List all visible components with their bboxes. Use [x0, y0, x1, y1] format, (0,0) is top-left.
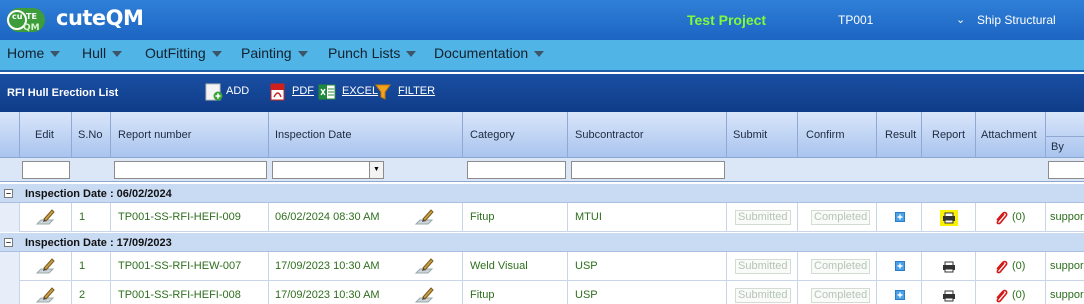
filter-by-input[interactable]: [1048, 161, 1084, 179]
excel-button[interactable]: EXCEL: [342, 85, 378, 97]
grid-header: Edit S.No Report number Inspection Date …: [0, 112, 1084, 158]
col-report-number[interactable]: Report number: [111, 112, 269, 158]
cuteqm-logo: cu TE QM: [7, 8, 45, 33]
col-category[interactable]: Category: [463, 112, 568, 158]
edit-icon[interactable]: [414, 208, 436, 228]
filter-inspection-date-select[interactable]: ▼: [272, 161, 384, 179]
excel-icon[interactable]: [318, 83, 336, 101]
col-sno[interactable]: S.No: [72, 112, 111, 158]
expand-result-icon[interactable]: [895, 212, 905, 222]
table-row[interactable]: 2 TP001-SS-RFI-HEFI-008 17/09/2023 10:30…: [0, 281, 1084, 304]
dropdown-arrow-icon[interactable]: ▼: [369, 162, 383, 178]
chevron-down-icon[interactable]: ⌄: [956, 13, 965, 26]
col-attachment[interactable]: Attachment: [976, 112, 1046, 158]
paperclip-icon[interactable]: [994, 289, 1008, 303]
top-bar: cu TE QM cuteQM Test Project TP001 ⌄ Shi…: [0, 0, 1084, 40]
edit-icon[interactable]: [35, 208, 57, 228]
print-icon[interactable]: [940, 259, 958, 275]
confirm-status-badge: Completed: [811, 288, 871, 303]
group-row[interactable]: – Inspection Date : 17/09/2023: [0, 232, 1084, 252]
col-subcontractor[interactable]: Subcontractor: [568, 112, 727, 158]
menu-documentation[interactable]: Documentation: [434, 45, 545, 61]
collapse-icon[interactable]: –: [4, 238, 13, 247]
project-select[interactable]: TP001: [838, 13, 873, 27]
filter-icon[interactable]: [374, 83, 392, 101]
list-title: RFI Hull Erection List: [7, 87, 119, 99]
filter-report-number-input[interactable]: [114, 161, 267, 179]
submit-status-badge: Submitted: [735, 210, 791, 225]
caret-down-icon: [406, 51, 417, 58]
filter-edit-input[interactable]: [22, 161, 70, 179]
filter-row: ▼: [0, 158, 1084, 182]
report-number: TP001-SS-RFI-HEW-007: [118, 260, 242, 272]
caret-down-icon: [50, 51, 61, 58]
filter-category-input[interactable]: [467, 161, 566, 179]
col-by[interactable]: By: [1046, 112, 1084, 158]
caret-down-icon: [112, 51, 123, 58]
menu-painting[interactable]: Painting: [241, 45, 308, 61]
menu-outfitting[interactable]: OutFitting: [145, 45, 222, 61]
menu-home[interactable]: Home: [7, 45, 61, 61]
app-brand: cuteQM: [56, 6, 144, 30]
col-result[interactable]: Result: [877, 112, 922, 158]
paperclip-icon[interactable]: [994, 211, 1008, 225]
caret-down-icon: [297, 51, 308, 58]
filter-button[interactable]: FILTER: [398, 85, 435, 97]
svg-text:QM: QM: [23, 23, 40, 33]
svg-text:cu: cu: [12, 12, 23, 21]
report-number: TP001-SS-RFI-HEFI-008: [118, 289, 241, 301]
col-edit[interactable]: Edit: [20, 112, 72, 158]
main-menu: Home Hull OutFitting Painting Punch List…: [0, 40, 1084, 72]
add-icon[interactable]: [205, 83, 223, 101]
add-button[interactable]: ADD: [226, 85, 249, 97]
print-icon[interactable]: [940, 210, 958, 226]
confirm-status-badge: Completed: [811, 259, 871, 274]
menu-hull[interactable]: Hull: [82, 45, 123, 61]
pdf-button[interactable]: PDF: [292, 85, 314, 97]
expand-result-icon[interactable]: [895, 290, 905, 300]
caret-down-icon: [211, 51, 222, 58]
table-row[interactable]: 1 TP001-SS-RFI-HEW-007 17/09/2023 10:30 …: [0, 252, 1084, 281]
paperclip-icon[interactable]: [994, 260, 1008, 274]
caret-down-icon: [534, 51, 545, 58]
group-row[interactable]: – Inspection Date : 06/02/2024: [0, 183, 1084, 203]
submit-status-badge: Submitted: [735, 259, 791, 274]
col-report[interactable]: Report: [922, 112, 976, 158]
print-icon[interactable]: [940, 288, 958, 304]
edit-icon[interactable]: [414, 257, 436, 277]
list-toolbar: RFI Hull Erection List ADD PDF EXCEL FIL…: [0, 74, 1084, 112]
col-confirm[interactable]: Confirm: [798, 112, 877, 158]
collapse-icon[interactable]: –: [4, 189, 13, 198]
submit-status-badge: Submitted: [735, 288, 791, 303]
svg-text:TE: TE: [26, 12, 37, 21]
menu-punch-lists[interactable]: Punch Lists: [328, 45, 417, 61]
report-number: TP001-SS-RFI-HEFI-009: [118, 211, 241, 223]
filter-subcontractor-input[interactable]: [571, 161, 725, 179]
expand-result-icon[interactable]: [895, 261, 905, 271]
project-name: Test Project: [687, 12, 767, 28]
edit-icon[interactable]: [35, 286, 57, 304]
pdf-icon[interactable]: [269, 83, 287, 101]
confirm-status-badge: Completed: [811, 210, 871, 225]
col-inspection-date[interactable]: Inspection Date: [269, 112, 463, 158]
table-row[interactable]: 1 TP001-SS-RFI-HEFI-009 06/02/2024 08:30…: [0, 203, 1084, 232]
project-type-select[interactable]: Ship Structural: [977, 13, 1056, 27]
edit-icon[interactable]: [35, 257, 57, 277]
col-submit[interactable]: Submit: [727, 112, 798, 158]
edit-icon[interactable]: [414, 286, 436, 304]
